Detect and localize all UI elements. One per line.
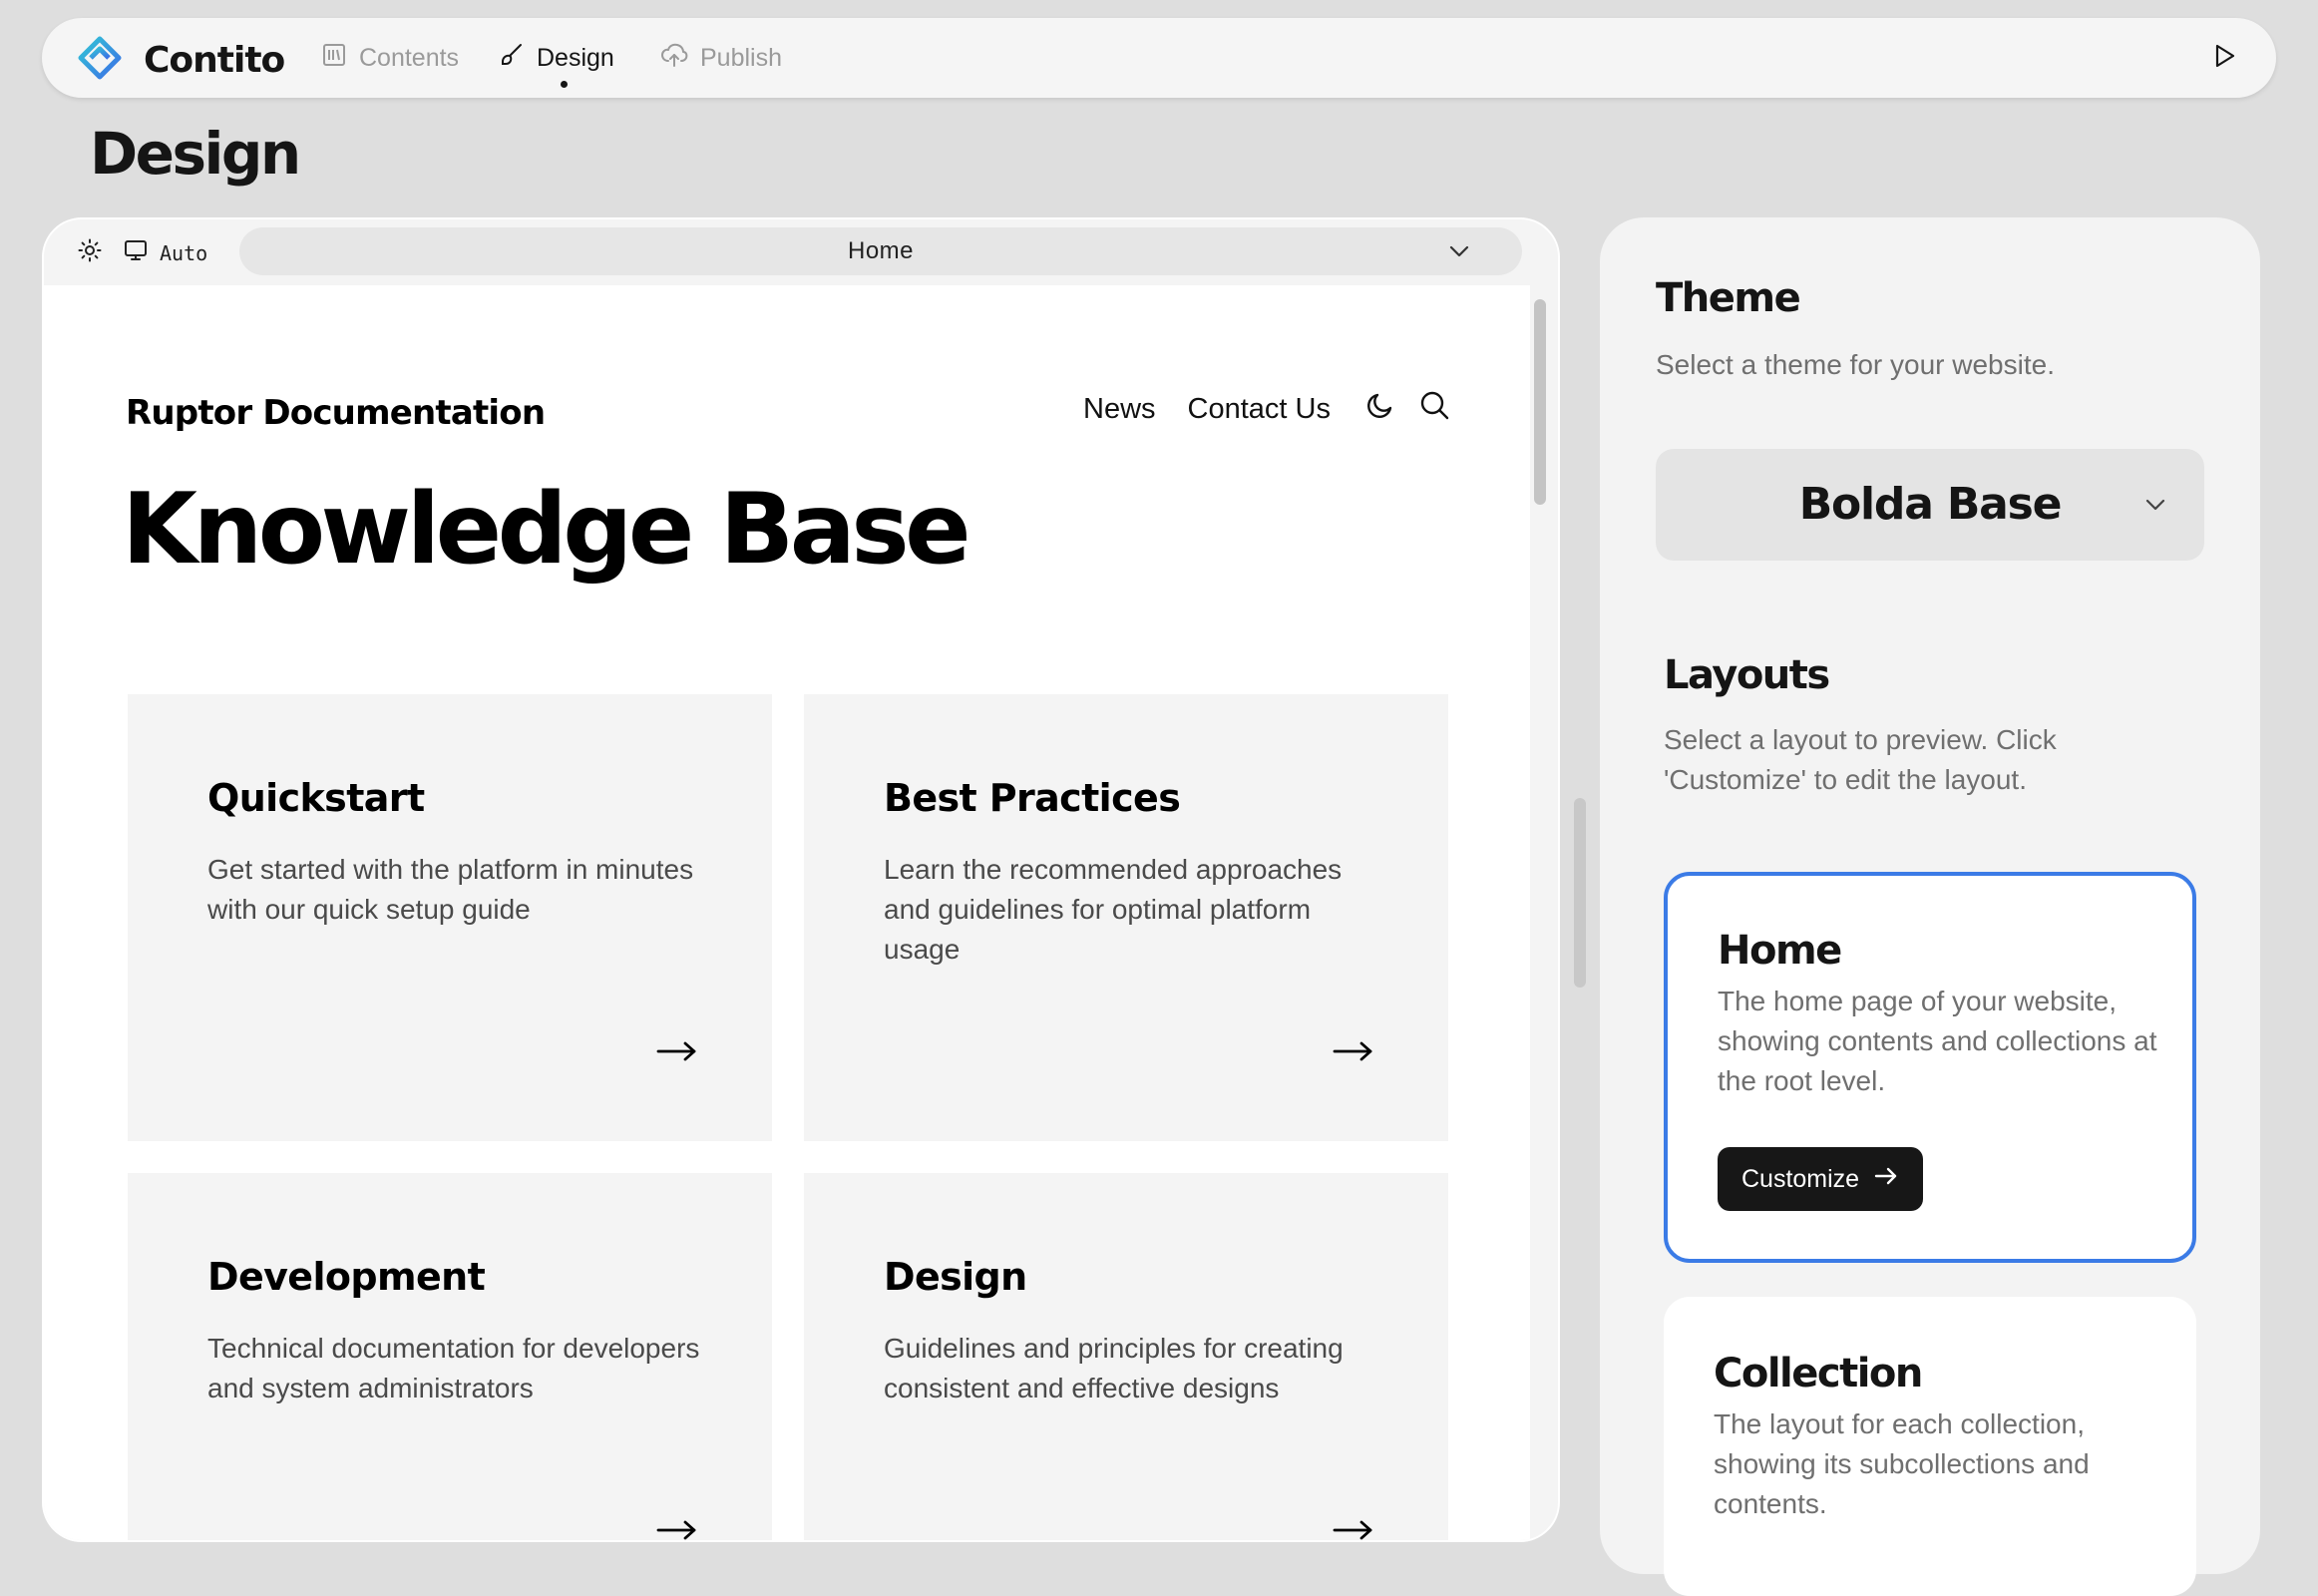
arrow-right-icon (656, 1039, 698, 1068)
design-sidebar: Theme Select a theme for your website. B… (1600, 217, 2260, 1596)
layout-card-title: Collection (1714, 1351, 1923, 1396)
auto-mode-toggle[interactable]: Auto (124, 238, 207, 267)
top-navigation-bar: Contito Contents Design Publish (42, 18, 2276, 98)
card-title: Best Practices (884, 776, 1181, 820)
layout-card-home[interactable]: Home The home page of your website, show… (1664, 872, 2196, 1263)
active-tab-indicator (560, 81, 568, 88)
collection-card[interactable]: Best Practices Learn the recommended app… (804, 694, 1448, 1141)
tab-publish[interactable]: Publish (660, 18, 782, 98)
preview-scrollbar[interactable] (1534, 295, 1546, 1540)
hero-title: Knowledge Base (122, 473, 971, 587)
layout-card-title: Home (1718, 928, 1842, 974)
moon-icon[interactable] (1364, 389, 1396, 429)
customize-button[interactable]: Customize (1718, 1147, 1924, 1211)
site-name[interactable]: Ruptor Documentation (126, 393, 546, 433)
collection-card[interactable]: Quickstart Get started with the platform… (128, 694, 772, 1141)
layouts-section-title: Layouts (1664, 652, 1830, 698)
cloud-upload-icon (660, 42, 688, 75)
card-description: Guidelines and principles for creating c… (884, 1333, 1344, 1403)
tab-contents[interactable]: Contents (321, 18, 459, 98)
site-nav: News Contact Us (1083, 389, 1450, 429)
app-name: Contito (144, 40, 285, 81)
page-title: Design (90, 120, 301, 188)
tab-contents-label: Contents (359, 43, 460, 72)
card-title: Design (884, 1255, 1027, 1299)
theme-section-description: Select a theme for your website. (1656, 349, 2055, 380)
preview-page-select-value: Home (847, 237, 915, 264)
preview-play-button[interactable] (2206, 40, 2242, 76)
card-description: Technical documentation for developers a… (207, 1333, 700, 1403)
arrow-right-icon (1333, 1518, 1374, 1540)
chevron-down-icon (1448, 241, 1470, 266)
play-icon (2212, 43, 2236, 74)
layout-card-description: The home page of your website, showing c… (1718, 986, 2157, 1096)
tab-design[interactable]: Design (499, 18, 614, 98)
monitor-icon (124, 238, 148, 267)
color-mode-selector[interactable]: Auto (78, 238, 207, 267)
tab-publish-label: Publish (700, 43, 782, 72)
card-title: Development (207, 1255, 486, 1299)
layouts-section-description: Select a layout to preview. Click 'Custo… (1664, 724, 2057, 795)
arrow-right-icon (1333, 1039, 1374, 1068)
library-icon (321, 42, 347, 75)
customize-button-label: Customize (1741, 1164, 1860, 1193)
collection-card[interactable]: Design Guidelines and principles for cre… (804, 1173, 1448, 1540)
card-title: Quickstart (207, 776, 425, 820)
layout-card-collection[interactable]: Collection The layout for each collectio… (1664, 1297, 2196, 1596)
site-nav-link-contact[interactable]: Contact Us (1188, 393, 1331, 426)
card-description: Learn the recommended approaches and gui… (884, 854, 1343, 965)
search-icon[interactable] (1418, 389, 1450, 429)
site-nav-link-news[interactable]: News (1083, 393, 1156, 426)
theme-section-title: Theme (1656, 275, 1801, 321)
card-description: Get started with the platform in minutes… (207, 854, 694, 925)
panel-resize-handle[interactable] (1574, 798, 1586, 988)
site-preview-frame: Ruptor Documentation News Contact Us Kno… (44, 285, 1530, 1540)
preview-panel: Auto Home Ruptor Documentation News Cont… (42, 217, 1560, 1542)
arrow-right-icon (1873, 1164, 1899, 1195)
chevron-down-icon (2144, 495, 2166, 520)
mode-label: Auto (160, 240, 208, 265)
theme-select-value: Bolda Base (1798, 479, 2063, 530)
contito-logo-icon (78, 36, 122, 85)
theme-select[interactable]: Bolda Base (1656, 449, 2204, 561)
preview-scrollbar-thumb[interactable] (1534, 299, 1546, 505)
tab-design-label: Design (537, 43, 614, 72)
brand[interactable]: Contito (78, 36, 285, 85)
sun-icon[interactable] (78, 238, 102, 267)
collection-card[interactable]: Development Technical documentation for … (128, 1173, 772, 1540)
layout-card-description: The layout for each collection, showing … (1714, 1408, 2090, 1519)
preview-toolbar: Auto Home (44, 219, 1558, 285)
brush-icon (499, 42, 525, 75)
arrow-right-icon (656, 1518, 698, 1540)
preview-page-select[interactable]: Home (239, 227, 1522, 275)
